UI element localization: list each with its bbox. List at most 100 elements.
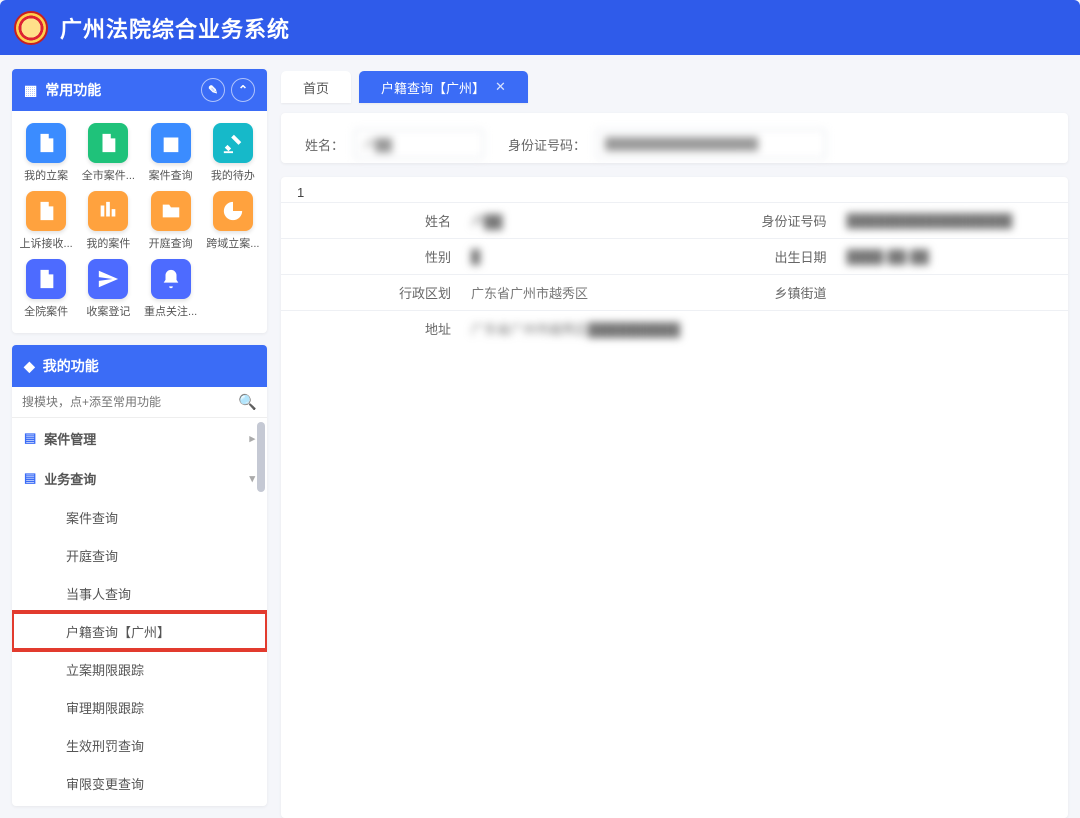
- field-value: █: [461, 239, 746, 275]
- favorite-5[interactable]: 我的案件: [78, 189, 138, 253]
- favorite-label: 重点关注...: [144, 303, 197, 319]
- favorite-7[interactable]: 跨域立案...: [203, 189, 263, 253]
- nav-item-1-4[interactable]: 立案期限跟踪: [12, 650, 267, 688]
- favorite-label: 收案登记: [86, 303, 130, 319]
- close-icon[interactable]: ✕: [495, 79, 506, 95]
- favorites-panel: ▦ 常用功能 ✎ ⌃ 我的立案全市案件... 案件查询 我的待办上诉接收... 我的案…: [12, 69, 267, 333]
- favorite-2[interactable]: 案件查询: [141, 121, 201, 185]
- favorite-3[interactable]: 我的待办: [203, 121, 263, 185]
- file-icon: [26, 123, 66, 163]
- favorite-8[interactable]: 全院案件: [16, 257, 76, 321]
- favorite-10[interactable]: 重点关注...: [141, 257, 201, 321]
- field-value-2: ██████████████████: [836, 203, 1068, 239]
- field-value-2: [836, 275, 1068, 311]
- result-table: 姓名卢██身份证号码██████████████████性别█出生日期████-…: [281, 202, 1068, 346]
- folder-icon: [151, 191, 191, 231]
- field-value: 广东省广州市越秀区██████████: [461, 311, 746, 347]
- search-icon[interactable]: 🔍: [238, 393, 257, 411]
- favorite-label: 上诉接收...: [20, 235, 73, 251]
- pie-icon: [213, 191, 253, 231]
- field-value: 广东省广州市越秀区: [461, 275, 746, 311]
- document-icon: ▤: [24, 430, 36, 446]
- my-functions-panel: ◆ 我的功能 🔍 ▤ 案件管理 ▸ ▤业务查询▾案件查询开庭查询当事人查询户籍查询【广…: [12, 345, 267, 806]
- tab-1[interactable]: 户籍查询【广州】 ✕: [359, 71, 528, 103]
- file-icon: [26, 259, 66, 299]
- favorites-header: ▦ 常用功能 ✎ ⌃: [12, 69, 267, 111]
- grid-icon: ▦: [24, 82, 37, 99]
- nav-item-1-2[interactable]: 当事人查询: [12, 574, 267, 612]
- favorite-label: 我的立案: [24, 167, 68, 183]
- favorite-4[interactable]: 上诉接收...: [16, 189, 76, 253]
- field-key-2: 出生日期: [746, 239, 836, 275]
- tab-0[interactable]: 首页: [281, 71, 351, 103]
- favorite-9[interactable]: 收案登记: [78, 257, 138, 321]
- search-card: 姓名： 身份证号码：: [281, 113, 1068, 163]
- bell-icon: [151, 259, 191, 299]
- id-input[interactable]: [596, 129, 826, 159]
- favorites-grid: 我的立案全市案件... 案件查询 我的待办上诉接收... 我的案件 开庭查询跨域立案..…: [12, 111, 267, 333]
- chevron-icon: ▸: [249, 432, 255, 445]
- nav-item-1-5[interactable]: 审理期限跟踪: [12, 688, 267, 726]
- favorite-6[interactable]: 开庭查询: [141, 189, 201, 253]
- module-search-input[interactable]: [22, 395, 238, 409]
- content-area: 首页户籍查询【广州】✕ 姓名： 身份证号码： 1 姓名卢██身份证号码█████…: [281, 69, 1068, 818]
- favorites-title: 常用功能: [45, 80, 101, 100]
- sidebar: ▦ 常用功能 ✎ ⌃ 我的立案全市案件... 案件查询 我的待办上诉接收... 我的案…: [12, 69, 267, 818]
- my-functions-title: 我的功能: [43, 356, 99, 376]
- field-key-2: 身份证号码: [746, 203, 836, 239]
- my-functions-header: ◆ 我的功能: [12, 345, 267, 387]
- result-row: 行政区划广东省广州市越秀区乡镇街道: [281, 275, 1068, 311]
- result-index: 1: [281, 177, 1068, 202]
- tab-strip: 首页 户籍查询【广州】 ✕: [281, 69, 1068, 103]
- gavel-icon: [213, 123, 253, 163]
- nav-group-1[interactable]: ▤业务查询▾: [12, 458, 267, 498]
- field-value: 卢██: [461, 203, 746, 239]
- name-field: 姓名：: [305, 129, 484, 159]
- nav-group-0[interactable]: ▤ 案件管理 ▸: [12, 418, 267, 458]
- favorite-label: 案件查询: [149, 167, 193, 183]
- field-value-2: ████-██-██: [836, 239, 1068, 275]
- result-row: 地址广东省广州市越秀区██████████: [281, 311, 1068, 347]
- field-key: 行政区划: [281, 275, 461, 311]
- collapse-favorites-button[interactable]: ⌃: [231, 78, 255, 102]
- name-label: 姓名：: [305, 135, 344, 154]
- document-icon: ▤: [24, 470, 36, 486]
- id-label: 身份证号码：: [508, 135, 586, 154]
- name-input[interactable]: [354, 129, 484, 159]
- favorite-label: 我的案件: [86, 235, 130, 251]
- field-key-2: 乡镇街道: [746, 275, 836, 311]
- nav-scrollbar[interactable]: [257, 418, 265, 806]
- edit-favorites-button[interactable]: ✎: [201, 78, 225, 102]
- favorite-label: 开庭查询: [149, 235, 193, 251]
- favorite-label: 跨域立案...: [206, 235, 259, 251]
- favorite-label: 我的待办: [211, 167, 255, 183]
- file-icon: [88, 123, 128, 163]
- emblem-icon: [14, 11, 48, 45]
- cube-icon: ◆: [24, 358, 35, 375]
- field-key: 姓名: [281, 203, 461, 239]
- nav-group-label: 案件管理: [44, 429, 96, 448]
- favorite-0[interactable]: 我的立案: [16, 121, 76, 185]
- nav-item-1-0[interactable]: 案件查询: [12, 498, 267, 536]
- favorite-1[interactable]: 全市案件...: [78, 121, 138, 185]
- field-key: 性别: [281, 239, 461, 275]
- favorite-label: 全院案件: [24, 303, 68, 319]
- result-card: 1 姓名卢██身份证号码██████████████████性别█出生日期███…: [281, 177, 1068, 818]
- nav-item-1-1[interactable]: 开庭查询: [12, 536, 267, 574]
- nav-item-1-7[interactable]: 审限变更查询: [12, 764, 267, 802]
- favorite-label: 全市案件...: [82, 167, 135, 183]
- nav-tree: ▤ 案件管理 ▸ ▤业务查询▾案件查询开庭查询当事人查询户籍查询【广州】立案期限跟踪审…: [12, 418, 267, 810]
- id-field: 身份证号码：: [508, 129, 826, 159]
- bars-icon: [88, 191, 128, 231]
- building-icon: [151, 123, 191, 163]
- send-icon: [88, 259, 128, 299]
- module-search: 🔍: [12, 387, 267, 418]
- nav-item-1-3[interactable]: 户籍查询【广州】: [12, 612, 267, 650]
- tab-label: 首页: [303, 78, 329, 97]
- tab-label: 户籍查询【广州】: [381, 78, 485, 97]
- chevron-icon: ▾: [249, 472, 255, 485]
- nav-item-1-6[interactable]: 生效刑罚查询: [12, 726, 267, 764]
- result-row: 姓名卢██身份证号码██████████████████: [281, 203, 1068, 239]
- field-key: 地址: [281, 311, 461, 347]
- result-row: 性别█出生日期████-██-██: [281, 239, 1068, 275]
